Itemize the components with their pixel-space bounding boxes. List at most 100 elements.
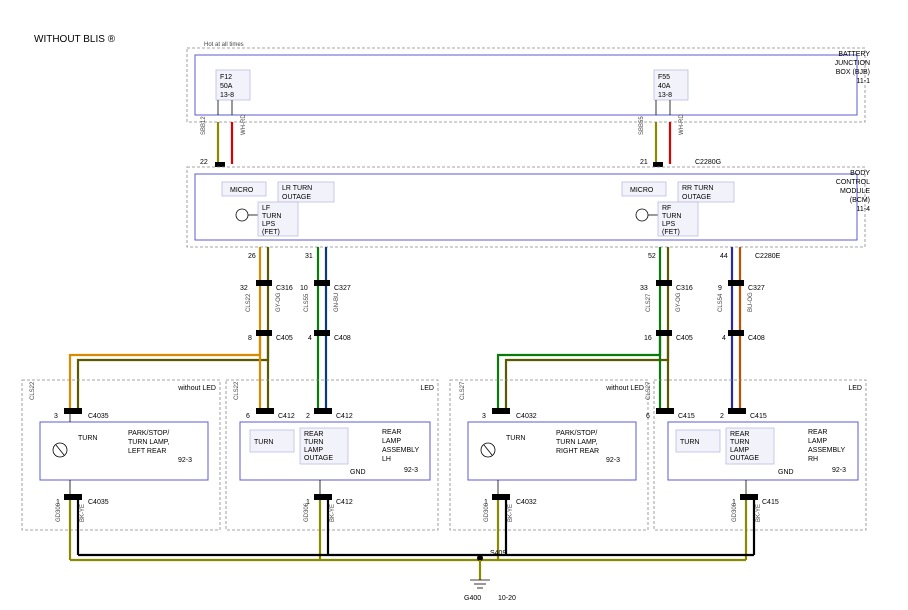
pin-52: 52 xyxy=(648,253,656,260)
g2-gnd: GND xyxy=(350,469,366,476)
g1-turn: TURN xyxy=(78,435,97,442)
g2-ro1: REAR xyxy=(304,431,323,438)
pin-21-arrow xyxy=(653,162,663,167)
g2-ra1: REAR xyxy=(382,429,401,436)
bjb-container xyxy=(187,48,865,122)
c405-l: C405 xyxy=(276,335,293,342)
lbl-sbb12: SBB12 xyxy=(201,116,207,135)
g2-bkye: BK-YE xyxy=(330,504,336,522)
g2-c412-1: C412 xyxy=(278,413,295,420)
lbl-cls54: CLS54 xyxy=(718,293,724,312)
g4-c415b: C415 xyxy=(762,499,779,506)
diagram-title: WITHOUT BLIS ® xyxy=(34,34,116,45)
g2-ra3: ASSEMBLY xyxy=(382,447,420,454)
g4-c415-1: C415 xyxy=(678,413,695,420)
g1-c4035b: C4035 xyxy=(88,499,109,506)
c316-l: C316 xyxy=(276,285,293,292)
g4-ro3: LAMP xyxy=(730,447,749,454)
bjb-box xyxy=(195,55,857,115)
g1-pl2: TURN LAMP, xyxy=(128,439,170,446)
c408-l-icon xyxy=(314,330,330,336)
rr-out-2: OUTAGE xyxy=(682,194,711,201)
lbl-whrd-r: WH-RD xyxy=(679,114,685,135)
g4-title: LED xyxy=(848,385,862,392)
pin-31: 31 xyxy=(305,253,313,260)
lbl-s409: S409 xyxy=(490,550,506,557)
lbl-sbb55: SBB55 xyxy=(639,116,645,135)
pin-10: 10 xyxy=(300,285,308,292)
g1-gd306: GD306 xyxy=(56,502,62,522)
conn-c327-l-icon xyxy=(314,280,330,286)
group1-container xyxy=(22,380,220,530)
g1-pl3: LEFT REAR xyxy=(128,448,166,455)
pin-22: 22 xyxy=(200,159,208,166)
bjb-ref: 11-1 xyxy=(857,78,871,85)
c405-r-icon xyxy=(656,330,672,336)
lf-4: (FET) xyxy=(262,229,280,236)
micro-l: MICRO xyxy=(230,187,254,194)
g2-pin2: 2 xyxy=(306,413,310,420)
c327-l: C327 xyxy=(334,285,351,292)
g2-ra2: LAMP xyxy=(382,438,401,445)
bcm-l2: CONTROL xyxy=(836,179,870,186)
g3-c4032t: C4032 xyxy=(516,413,537,420)
g3-pl2: TURN LAMP, xyxy=(556,439,598,446)
g3-title: without LED xyxy=(605,385,644,392)
micro-r: MICRO xyxy=(630,187,654,194)
g2-ro2: TURN xyxy=(304,439,323,446)
conn-c327-r-icon xyxy=(728,280,744,286)
rr-out-1: RR TURN xyxy=(682,185,713,192)
pin-21: 21 xyxy=(640,159,648,166)
g1-plref: 92-3 xyxy=(178,457,192,464)
c408-l: C408 xyxy=(334,335,351,342)
g2-c412-2: C412 xyxy=(336,413,353,420)
bjb-l2: JUNCTION xyxy=(835,60,870,67)
pin-33: 33 xyxy=(640,285,648,292)
hot-note: Hot at all times xyxy=(204,42,244,48)
bjb-l3: BOX (BJB) xyxy=(836,69,870,76)
pin-44: 44 xyxy=(720,253,728,260)
g4-ro4: OUTAGE xyxy=(730,455,759,462)
g2-gd306: GD306 xyxy=(304,502,310,522)
g1-box xyxy=(40,422,208,480)
fet-lf-icon xyxy=(236,209,248,221)
lr-out-1: LR TURN xyxy=(282,185,312,192)
g1-cls22: CLS22 xyxy=(30,381,36,400)
g4-gnd: GND xyxy=(778,469,794,476)
lbl-cls55: CLS55 xyxy=(304,293,310,312)
fet-rf-icon xyxy=(636,209,648,221)
lbl-gnbu: GN-BU xyxy=(334,293,340,312)
c405-r: C405 xyxy=(676,335,693,342)
g4-ro2: TURN xyxy=(730,439,749,446)
g4-ro1: REAR xyxy=(730,431,749,438)
conn-c2280e: C2280E xyxy=(755,253,781,260)
bjb-l1: BATTERY xyxy=(838,51,870,58)
g2-title: LED xyxy=(420,385,434,392)
f55-name: F55 xyxy=(658,74,670,81)
pin-32: 32 xyxy=(240,285,248,292)
f55-ref: 13-8 xyxy=(658,92,672,99)
g1-bkye: BK-YE xyxy=(80,504,86,522)
g4-pin6: 6 xyxy=(646,413,650,420)
lbl-gyog-2: GY-OG xyxy=(676,292,682,312)
g4-ra4: RH xyxy=(808,456,818,463)
g3-turn: TURN xyxy=(506,435,525,442)
g3-gd306: GD306 xyxy=(484,502,490,522)
g2-cls22: CLS22 xyxy=(234,381,240,400)
rf-2: TURN xyxy=(662,213,681,220)
conn-c316-l-icon xyxy=(256,280,272,286)
lbl-gyog-1: GY-OG xyxy=(276,292,282,312)
g2-c412b: C412 xyxy=(336,499,353,506)
lf-1: LF xyxy=(262,205,270,212)
g4-ra2: LAMP xyxy=(808,438,827,445)
g2-ra4: LH xyxy=(382,456,391,463)
pin-8: 8 xyxy=(248,335,252,342)
conn-c316-r-icon xyxy=(656,280,672,286)
bcm-l3: MODULE xyxy=(840,188,870,195)
g4-ra3: ASSEMBLY xyxy=(808,447,846,454)
g4-cls27: CLS27 xyxy=(646,381,652,400)
g1-c4035t: C4035 xyxy=(88,413,109,420)
g4-pin2: 2 xyxy=(720,413,724,420)
g3-c4032b: C4032 xyxy=(516,499,537,506)
f12-name: F12 xyxy=(220,74,232,81)
